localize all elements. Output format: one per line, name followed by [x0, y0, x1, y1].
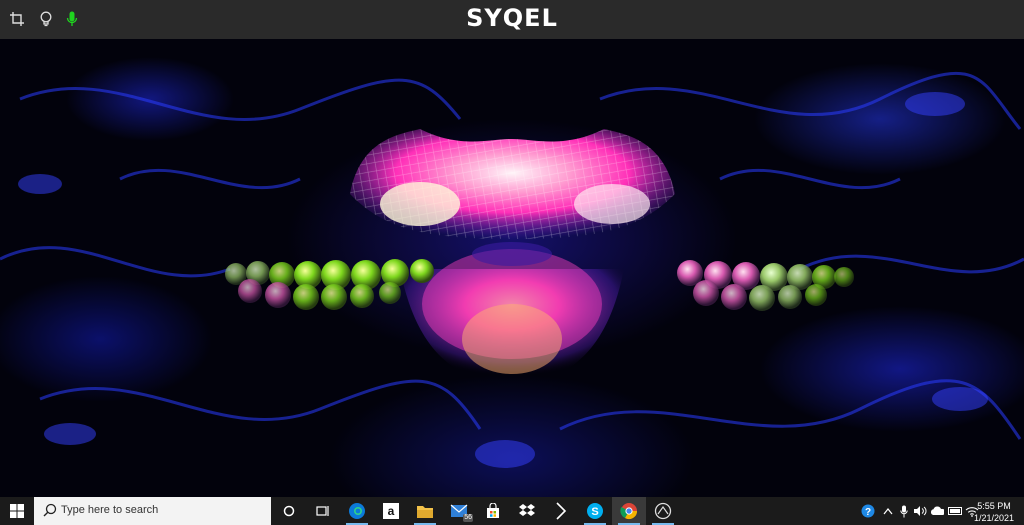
search-icon: [43, 503, 57, 517]
microsoft-store-icon[interactable]: [476, 497, 510, 525]
windows-taskbar: Type here to search a 56 S ? 5:55 PM 1/2…: [0, 497, 1024, 525]
file-explorer-icon[interactable]: [408, 497, 442, 525]
clock-date: 1/21/2021: [973, 513, 1015, 523]
help-icon[interactable]: ?: [861, 503, 875, 519]
chrome-icon[interactable]: [612, 497, 646, 525]
app-title: SYQEL: [466, 4, 558, 32]
mail-icon[interactable]: 56: [442, 497, 476, 525]
edge-icon[interactable]: [340, 497, 374, 525]
skype-icon[interactable]: S: [578, 497, 612, 525]
app-top-bar: SYQEL: [0, 0, 1024, 39]
taskbar-search-box[interactable]: Type here to search: [34, 497, 271, 525]
amazon-icon[interactable]: a: [374, 497, 408, 525]
visualizer-graphic: [0, 71, 1024, 468]
svg-text:S: S: [591, 506, 598, 518]
svg-text:?: ?: [865, 507, 871, 518]
cortana-icon[interactable]: [272, 497, 306, 525]
system-clock[interactable]: 5:55 PM 1/21/2021: [972, 500, 1016, 524]
mail-unread-badge: 56: [463, 514, 473, 522]
clock-time: 5:55 PM: [977, 501, 1011, 511]
volume-icon[interactable]: [913, 503, 927, 519]
visualizer-canvas: [0, 39, 1024, 497]
chevron-up-icon[interactable]: [881, 503, 895, 519]
task-view-icon[interactable]: [306, 497, 340, 525]
battery-icon[interactable]: [948, 503, 962, 519]
search-placeholder: Type here to search: [61, 504, 159, 516]
onedrive-icon[interactable]: [930, 503, 944, 519]
syqel-app-icon[interactable]: [646, 497, 680, 525]
microphone-tray-icon[interactable]: [897, 503, 911, 519]
dropbox-icon[interactable]: [510, 497, 544, 525]
svg-text:a: a: [388, 504, 395, 518]
app-icon[interactable]: [544, 497, 578, 525]
windows-logo-icon: [10, 504, 24, 518]
start-button[interactable]: [0, 497, 34, 525]
